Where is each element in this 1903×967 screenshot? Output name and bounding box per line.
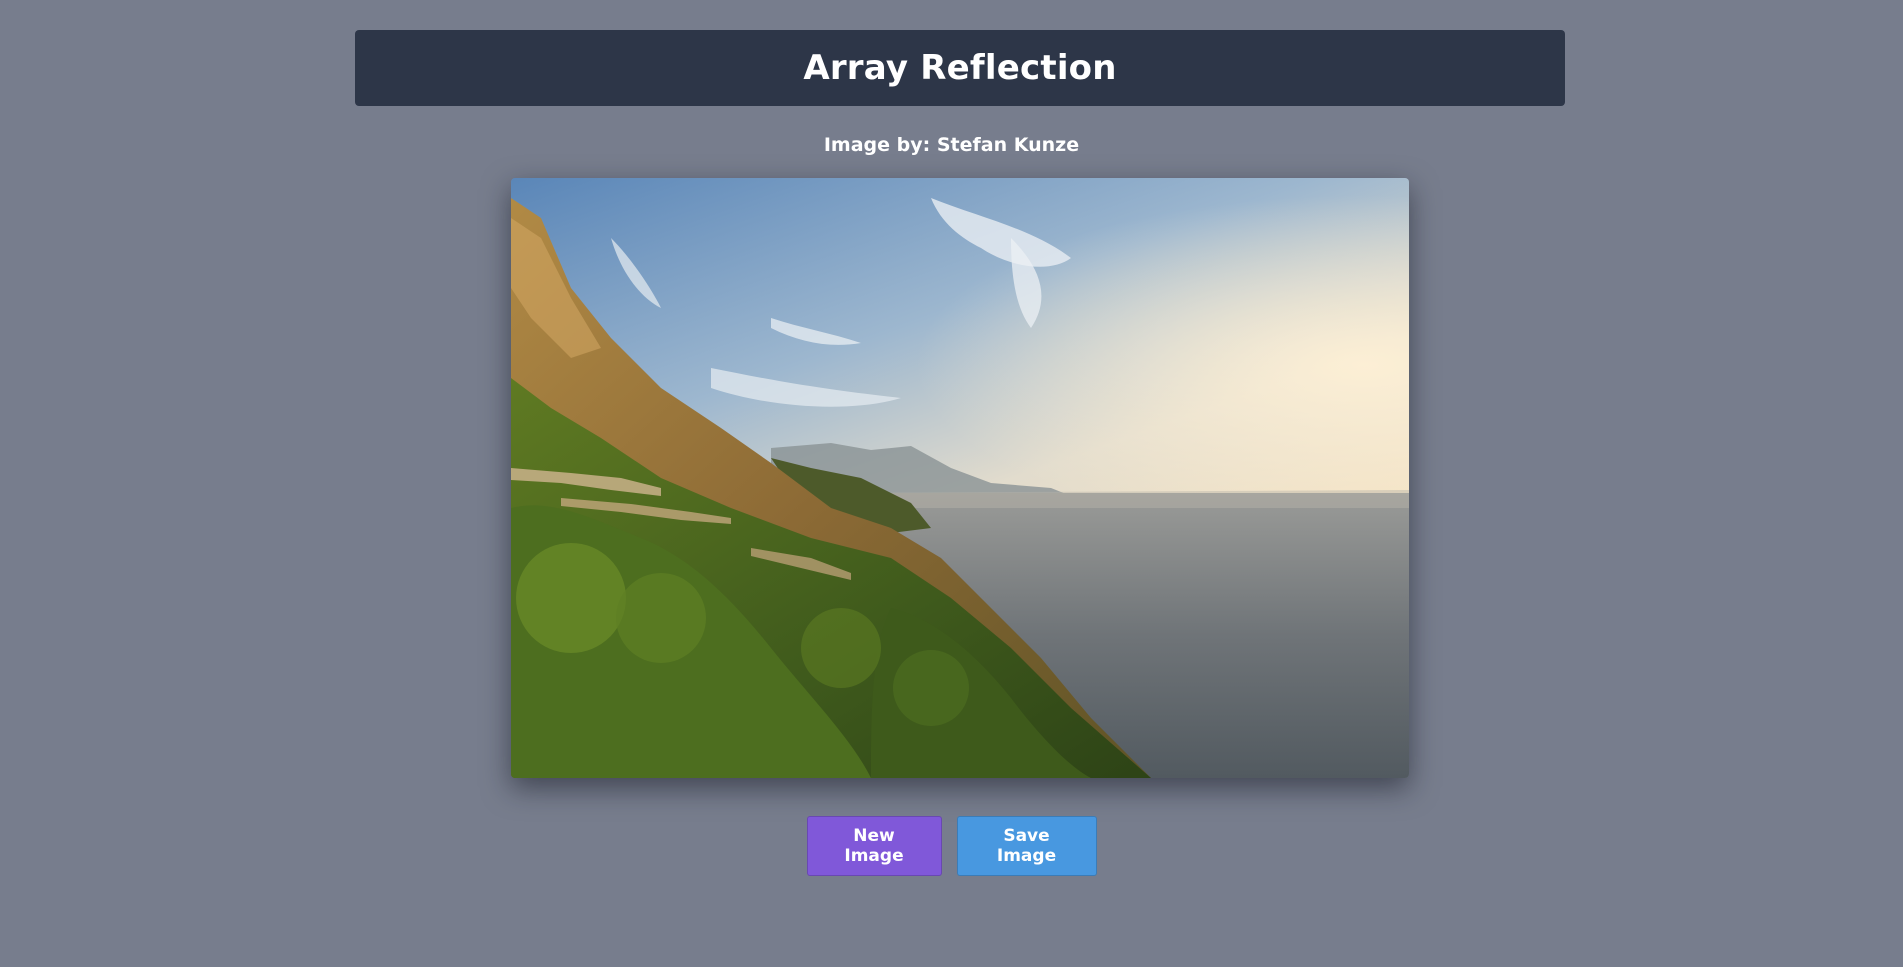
save-image-button[interactable]: Save Image <box>956 816 1097 876</box>
landscape-image <box>511 178 1409 778</box>
page-header: Array Reflection <box>355 30 1565 106</box>
image-credit: Image by: Stefan Kunze <box>823 134 1080 156</box>
page-title: Array Reflection <box>803 48 1117 88</box>
photo <box>511 178 1409 778</box>
new-image-button[interactable]: New Image <box>806 816 942 876</box>
action-bar: New Image Save Image <box>0 816 1903 876</box>
